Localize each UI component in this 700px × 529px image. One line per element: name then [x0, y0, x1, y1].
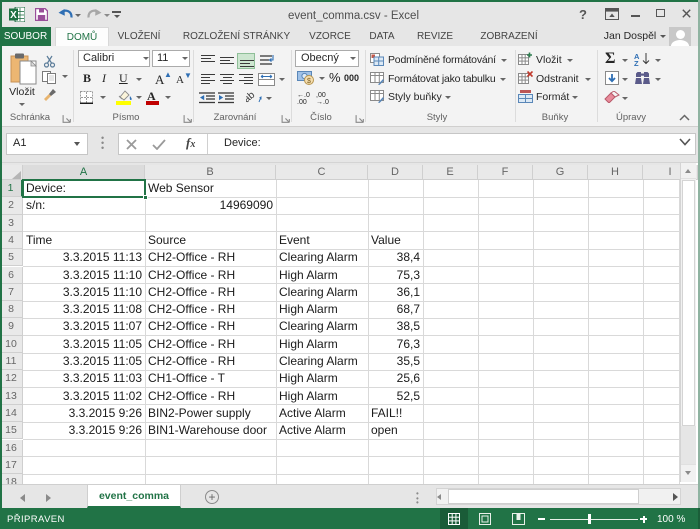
svg-text:→,0: →,0: [316, 99, 329, 104]
svg-text:ab: ab: [246, 90, 257, 105]
svg-text:Z: Z: [634, 59, 639, 66]
svg-text:,00: ,00: [297, 99, 307, 104]
svg-text:←.0: ←.0: [297, 92, 310, 99]
svg-text:,00: ,00: [316, 92, 326, 99]
svg-text:$: $: [307, 78, 311, 85]
